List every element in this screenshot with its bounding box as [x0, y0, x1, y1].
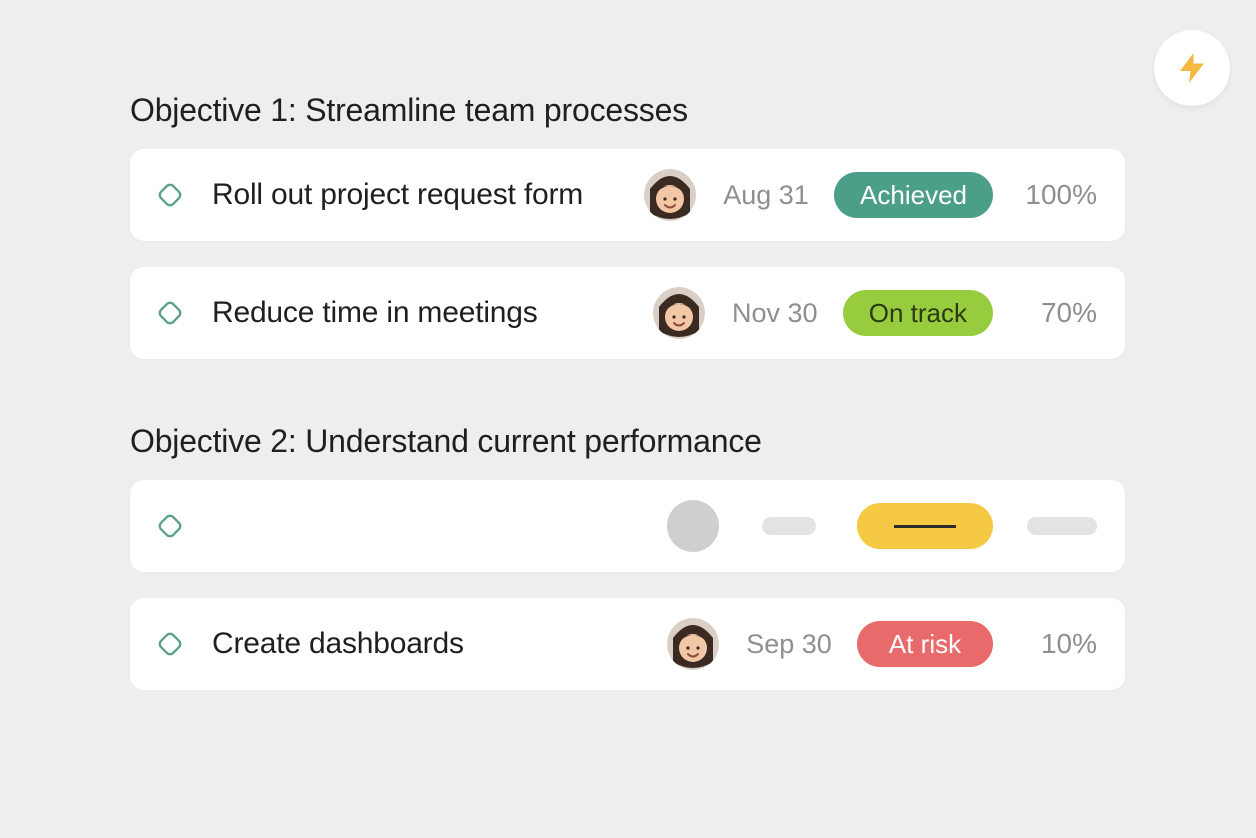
- kr-row[interactable]: Roll out project request form Aug 31 Achie…: [130, 149, 1125, 241]
- kr-status-badge: Achieved: [834, 172, 993, 218]
- kr-due-date: Sep 30: [739, 629, 839, 660]
- kr-due-date: Nov 30: [725, 298, 825, 329]
- kr-progress: 70%: [1011, 297, 1097, 329]
- kr-due-date: Aug 31: [716, 180, 816, 211]
- objective-heading: Objective 2: Understand current performa…: [130, 423, 1125, 460]
- quick-action-button[interactable]: [1154, 30, 1230, 106]
- kr-title: Reduce time in meetings: [212, 296, 639, 330]
- kr-title: Create dashboards: [212, 627, 653, 661]
- assignee-avatar[interactable]: [644, 169, 696, 221]
- kr-progress: 100%: [1011, 179, 1097, 211]
- kr-row[interactable]: Reduce time in meetings Nov 30 On track 70%: [130, 267, 1125, 359]
- kr-progress: 10%: [1011, 628, 1097, 660]
- kr-diamond-icon: [152, 508, 188, 544]
- kr-row[interactable]: Create dashboards Sep 30 At risk 10%: [130, 598, 1125, 690]
- kr-row-skeleton: [130, 480, 1125, 572]
- kr-status-badge: At risk: [857, 621, 993, 667]
- assignee-avatar-placeholder: [667, 500, 719, 552]
- kr-status-badge: On track: [843, 290, 993, 336]
- assignee-avatar[interactable]: [667, 618, 719, 670]
- lightning-bolt-icon: [1174, 50, 1210, 86]
- assignee-avatar[interactable]: [653, 287, 705, 339]
- kr-status-badge-pending: [857, 503, 993, 549]
- kr-title: Roll out project request form: [212, 178, 630, 212]
- objective-group: Objective 2: Understand current performa…: [130, 423, 1125, 690]
- kr-diamond-icon: [152, 295, 188, 331]
- kr-diamond-icon: [152, 177, 188, 213]
- kr-progress-placeholder: [1027, 517, 1097, 535]
- kr-due-placeholder: [762, 517, 816, 535]
- kr-diamond-icon: [152, 626, 188, 662]
- objective-heading: Objective 1: Streamline team processes: [130, 92, 1125, 129]
- objectives-panel: Objective 1: Streamline team processes Ro…: [130, 92, 1125, 716]
- objective-group: Objective 1: Streamline team processes Ro…: [130, 92, 1125, 359]
